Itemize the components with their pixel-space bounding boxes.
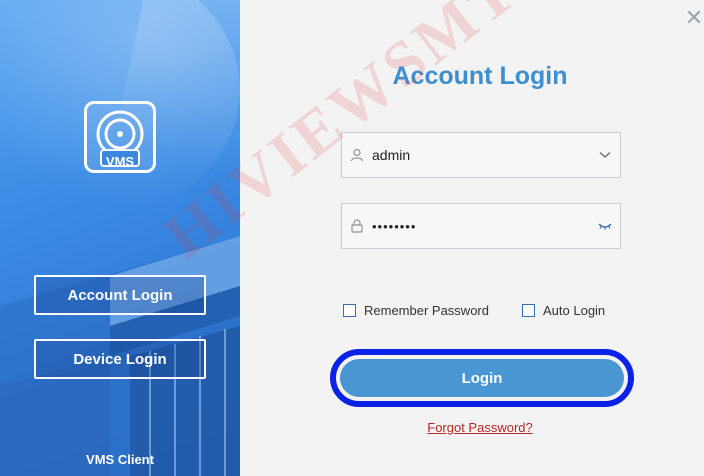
eye-closed-icon[interactable]: [590, 222, 620, 230]
password-field[interactable]: ••••••••: [341, 203, 621, 249]
auto-login-label: Auto Login: [543, 303, 606, 318]
lock-icon: [342, 219, 372, 233]
auto-login-box[interactable]: [522, 304, 535, 317]
close-icon[interactable]: ✕: [684, 7, 704, 29]
logo-text: VMS: [105, 154, 135, 169]
username-field[interactable]: [341, 132, 621, 178]
login-button-label: Login: [461, 369, 503, 387]
account-login-tab[interactable]: Account Login: [34, 275, 206, 315]
password-input[interactable]: ••••••••: [372, 219, 590, 234]
forgot-password-link[interactable]: Forgot Password?: [380, 420, 580, 435]
username-input[interactable]: [372, 133, 590, 177]
page-title: Account Login: [392, 62, 568, 90]
client-label: VMS Client: [86, 452, 154, 467]
vms-logo: VMS: [84, 101, 156, 173]
auto-login-checkbox[interactable]: Auto Login: [522, 303, 605, 318]
sidebar-panel: VMS Account Login Device Login VMS Clien…: [0, 0, 240, 476]
account-login-tab-label: Account Login: [67, 286, 173, 304]
remember-password-label: Remember Password: [364, 303, 489, 318]
remember-password-box[interactable]: [343, 304, 356, 317]
remember-password-checkbox[interactable]: Remember Password: [343, 303, 489, 318]
chevron-down-icon[interactable]: [590, 151, 620, 159]
device-login-tab-label: Device Login: [73, 350, 167, 368]
login-form-panel: ✕ Account Login ••••••••: [240, 0, 704, 476]
device-login-tab[interactable]: Device Login: [34, 339, 206, 379]
user-icon: [342, 148, 372, 162]
login-button[interactable]: Login: [340, 359, 624, 397]
